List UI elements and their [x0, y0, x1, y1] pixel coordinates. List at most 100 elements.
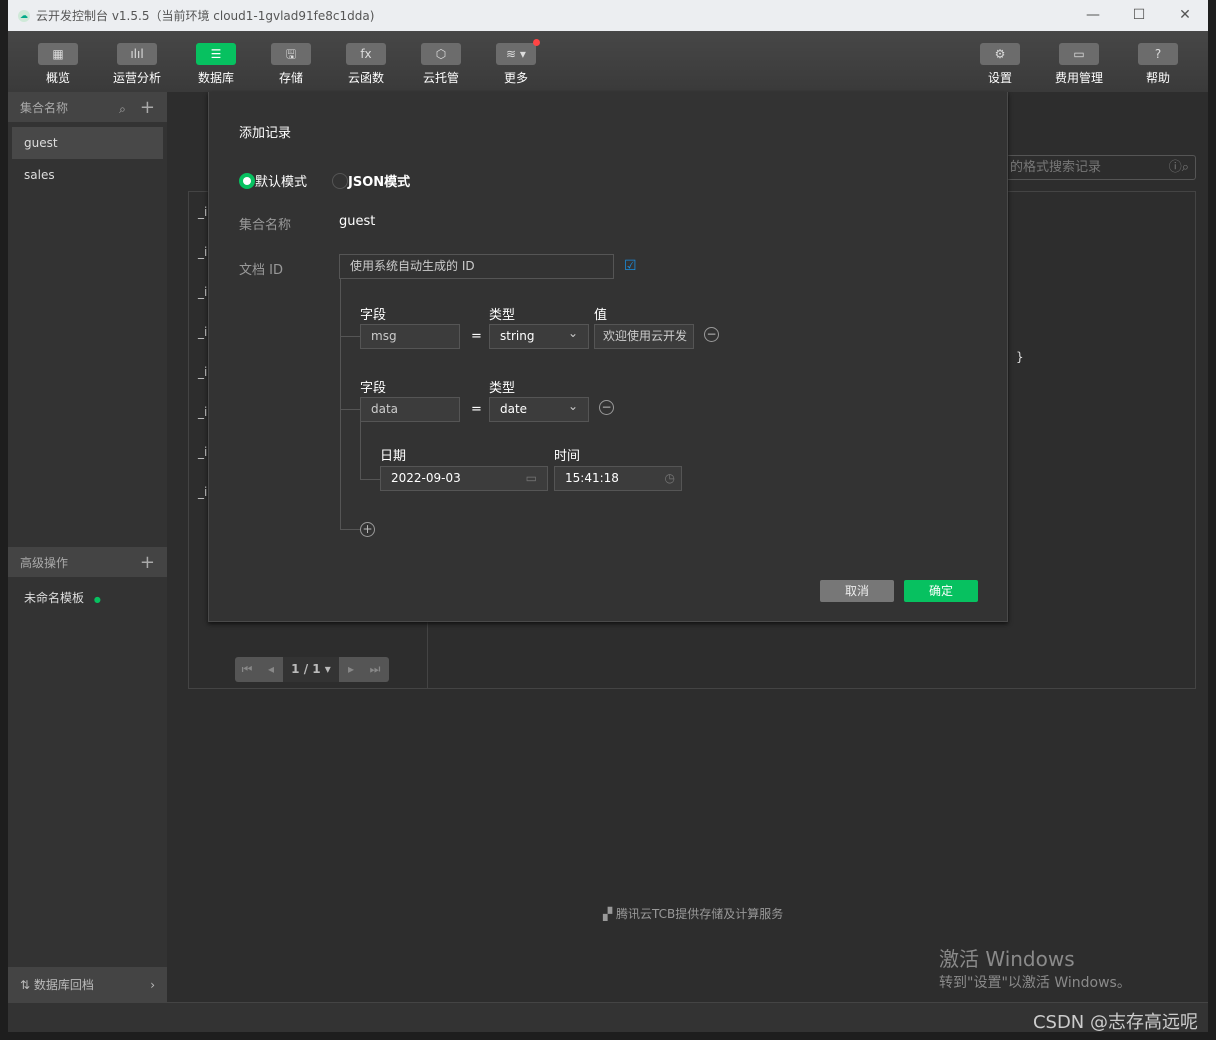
chevron-right-icon: › [150, 977, 155, 992]
field-type-select[interactable]: string [489, 324, 589, 349]
rollback-button[interactable]: ⇅ 数据库回档 › [8, 967, 167, 1002]
radio-checked-icon [239, 172, 255, 189]
collection-item-sales[interactable]: sales [12, 159, 163, 191]
collections-header: 集合名称 ⌕ + [8, 92, 167, 122]
nav-billing[interactable]: ▭ 费用管理 [1039, 43, 1119, 86]
type-label: 类型 [489, 308, 516, 323]
nav-storage[interactable]: 🖫 存储 [251, 43, 331, 86]
nav-label: 云函数 [347, 71, 384, 85]
sidebar: 集合名称 ⌕ + guest sales 高级操作 + 未命名模板 ● ⇅ 数据库… [8, 92, 167, 1002]
title-bar: ☁ 云开发控制台 v1.5.5（当前环境 cloud1-1gvlad91fe8c… [8, 0, 1208, 31]
header-label: 集合名称 [20, 100, 69, 115]
nav-label: 费用管理 [1054, 71, 1103, 85]
record-row[interactable]: _i [198, 405, 207, 419]
nav-cloudrun[interactable]: ⬡ 云托管 [401, 43, 481, 86]
time-picker[interactable]: 15:41:18 ◷ [554, 466, 682, 491]
type-label: 类型 [489, 381, 516, 396]
pagination: ⏮ ◂ 1 / 1 ▾ ▸ ⏭ [235, 657, 389, 682]
time-label: 时间 [554, 449, 581, 464]
nav-database[interactable]: ☰ 数据库 [176, 43, 256, 86]
dialog-title: 添加记录 [239, 126, 292, 141]
nav-overview[interactable]: ▦ 概览 [18, 43, 98, 86]
tencent-cloud-icon: ▞ [603, 907, 617, 921]
database-icon: ☰ [196, 43, 236, 65]
select-value: date [500, 402, 528, 416]
page-select[interactable]: 1 / 1 ▾ [283, 657, 339, 682]
nav-label: 运营分析 [112, 71, 161, 85]
last-page-button[interactable]: ⏭ [363, 657, 387, 682]
equals-sign: = [471, 329, 482, 344]
date-picker[interactable]: 2022-09-03 ▭ [380, 466, 548, 491]
close-button[interactable]: ✕ [1162, 0, 1208, 31]
field-name-input[interactable]: msg [360, 324, 460, 349]
date-value: 2022-09-03 [391, 471, 461, 485]
value-label: 值 [594, 308, 608, 323]
date-label: 日期 [380, 449, 407, 464]
grid-icon: ▦ [38, 43, 78, 65]
field-label: 字段 [360, 308, 387, 323]
field-type-select[interactable]: date [489, 397, 589, 422]
app-window: ☁ 云开发控制台 v1.5.5（当前环境 cloud1-1gvlad91fe8c… [8, 0, 1208, 1033]
record-row[interactable]: _i [198, 205, 207, 219]
time-value: 15:41:18 [565, 471, 619, 485]
advanced-item[interactable]: 未命名模板 ● [12, 582, 163, 614]
equals-sign: = [471, 402, 482, 417]
remove-field-icon[interactable]: − [599, 400, 614, 415]
record-row[interactable]: _i [198, 325, 207, 339]
nav-label: 概览 [45, 71, 70, 85]
field-value-input[interactable]: 欢迎使用云开发 [594, 324, 694, 349]
next-page-button[interactable]: ▸ [339, 657, 363, 682]
clock-icon: ◷ [664, 471, 675, 485]
mode-default-radio[interactable]: 默认模式 [239, 171, 307, 190]
nav-settings[interactable]: ⚙ 设置 [960, 43, 1040, 86]
sort-icon: ⇅ [20, 978, 34, 992]
edit-icon[interactable]: ☑ [624, 258, 637, 274]
record-row[interactable]: _i [198, 485, 207, 499]
add-collection-icon[interactable]: + [140, 97, 155, 118]
mode-json-radio[interactable]: JSON模式 [332, 171, 410, 190]
record-row[interactable]: _i [198, 285, 207, 299]
nav-help[interactable]: ? 帮助 [1118, 43, 1198, 86]
record-row[interactable]: _i [198, 365, 207, 379]
cube-icon: ⬡ [421, 43, 461, 65]
nav-label: 帮助 [1145, 71, 1170, 85]
collection-label: 集合名称 [239, 218, 292, 233]
ticket-icon: ▭ [1059, 43, 1099, 65]
search-icon[interactable]: ⌕ [119, 102, 126, 116]
layers-icon: ≋ ▾ [496, 43, 536, 65]
tree-branch [340, 529, 360, 530]
nav-label: 云托管 [422, 71, 459, 85]
record-row[interactable]: _i [198, 245, 207, 259]
record-row[interactable]: _i [198, 445, 207, 459]
function-icon: fx [346, 43, 386, 65]
add-advanced-icon[interactable]: + [140, 552, 155, 573]
json-brace: } [1016, 350, 1024, 364]
item-label: 未命名模板 [24, 591, 85, 605]
first-page-button[interactable]: ⏮ [235, 657, 259, 682]
window-title: 云开发控制台 v1.5.5（当前环境 cloud1-1gvlad91fe8c1d… [36, 9, 375, 23]
search-icon[interactable]: ⓘ⌕ [1169, 156, 1189, 179]
bar-chart-icon: ılıl [117, 43, 157, 65]
nav-more[interactable]: ≋ ▾ 更多 [476, 39, 556, 86]
footer-credit: ▞ 腾讯云TCB提供存储及计算服务 [603, 905, 783, 922]
add-field-icon[interactable]: + [360, 522, 375, 537]
csdn-watermark: CSDN @志存高远呢 [1032, 1012, 1198, 1033]
field-name-input[interactable]: data [360, 397, 460, 422]
confirm-button[interactable]: 确定 [904, 580, 978, 602]
remove-field-icon[interactable]: − [704, 327, 719, 342]
nav-label: 存储 [278, 71, 303, 85]
docid-label: 文档 ID [239, 263, 283, 278]
status-dot-icon: ● [93, 595, 101, 604]
tree-branch [360, 479, 380, 480]
nav-analytics[interactable]: ılıl 运营分析 [97, 43, 177, 86]
collection-item-guest[interactable]: guest [12, 127, 163, 159]
docid-input[interactable]: 使用系统自动生成的 ID [339, 254, 614, 279]
cancel-button[interactable]: 取消 [820, 580, 894, 602]
save-icon: 🖫 [271, 43, 311, 65]
minimize-button[interactable]: — [1070, 0, 1116, 31]
nav-functions[interactable]: fx 云函数 [326, 43, 406, 86]
nav-label: 更多 [503, 71, 528, 85]
maximize-button[interactable]: ☐ [1116, 0, 1162, 31]
prev-page-button[interactable]: ◂ [259, 657, 283, 682]
nav-label: 数据库 [197, 71, 234, 85]
